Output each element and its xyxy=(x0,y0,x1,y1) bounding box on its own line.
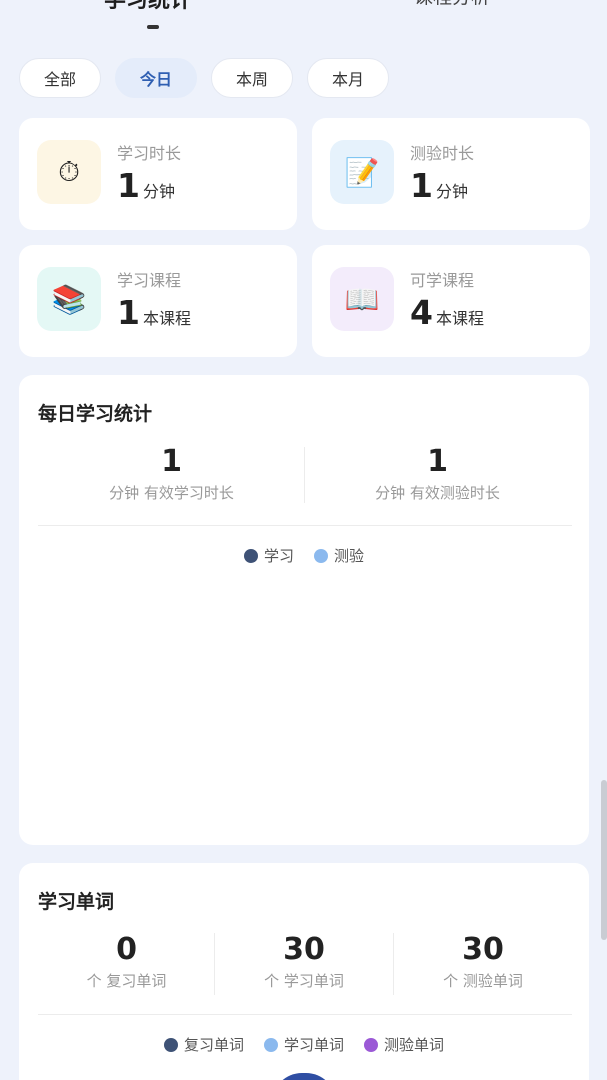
stat-label: 测验时长 xyxy=(410,144,475,163)
stat-card-available-courses: 📖 可学课程 4 本课程 xyxy=(312,245,590,357)
filter-this-week[interactable]: 本周 xyxy=(211,58,293,98)
metric-label: 个 学习单词 xyxy=(264,972,344,990)
stat-card-study-time: ⏱ 学习时长 1 分钟 xyxy=(19,118,297,230)
tab-course-analysis[interactable]: 课程分析 xyxy=(414,0,490,9)
stat-number: 1 xyxy=(117,166,140,205)
legend-label: 测验 xyxy=(334,547,365,565)
legend-item-learn-words[interactable]: 学习单词 xyxy=(263,1034,344,1055)
stat-label: 学习时长 xyxy=(117,144,182,163)
stat-value: 1 本课程 xyxy=(117,293,191,332)
legend-item-study[interactable]: 学习 xyxy=(243,545,294,566)
legend-dot xyxy=(364,1037,378,1052)
stat-number: 1 xyxy=(410,166,433,205)
stat-value: 4 本课程 xyxy=(410,293,484,332)
memo-icon: 📝 xyxy=(330,140,394,204)
daily-stats-panel: 每日学习统计 1 分钟 有效学习时长 1 分钟 有效测验时长 学习 测验 xyxy=(19,375,589,845)
stat-unit: 本课程 xyxy=(435,309,484,328)
chart-area xyxy=(38,575,572,825)
metric-learn-words: 30 个 学习单词 xyxy=(215,933,393,991)
stat-value: 1 分钟 xyxy=(410,166,468,205)
filter-all[interactable]: 全部 xyxy=(19,58,101,98)
filter-this-month[interactable]: 本月 xyxy=(307,58,389,98)
divider xyxy=(38,525,572,526)
time-filter-group: 全部 今日 本周 本月 xyxy=(19,58,389,98)
divider xyxy=(38,1014,572,1015)
metric-study-duration: 1 分钟 有效学习时长 xyxy=(38,445,305,503)
metric-number: 1 xyxy=(427,444,448,479)
active-tab-indicator xyxy=(147,25,159,29)
top-tab-bar: 学习统计 课程分析 xyxy=(0,0,607,40)
stat-unit: 本课程 xyxy=(142,309,191,328)
filter-today[interactable]: 今日 xyxy=(115,58,197,98)
metric-label: 个 复习单词 xyxy=(86,972,167,990)
panel-title: 每日学习统计 xyxy=(38,403,153,425)
stat-value: 1 分钟 xyxy=(117,166,175,205)
panel-title: 学习单词 xyxy=(38,891,115,913)
legend-label: 测验单词 xyxy=(384,1036,445,1054)
stopwatch-icon: ⏱ xyxy=(37,140,101,204)
legend-dot xyxy=(243,548,258,563)
legend-item-quiz[interactable]: 测验 xyxy=(314,545,364,566)
metric-number: 30 xyxy=(283,932,325,967)
metric-number: 0 xyxy=(116,932,137,967)
legend-dot xyxy=(314,548,328,563)
legend-item-quiz-words[interactable]: 测验单词 xyxy=(364,1034,444,1055)
books-icon: 📚 xyxy=(37,267,101,331)
legend-item-review-words[interactable]: 复习单词 xyxy=(163,1034,244,1055)
legend-label: 复习单词 xyxy=(183,1036,244,1054)
stat-unit: 分钟 xyxy=(435,182,468,201)
stat-number: 1 xyxy=(117,293,140,332)
legend-dot xyxy=(163,1037,178,1052)
stat-label: 学习课程 xyxy=(117,271,182,290)
legend-dot xyxy=(263,1037,278,1052)
metric-number: 1 xyxy=(161,444,182,479)
metric-number: 30 xyxy=(462,932,504,967)
legend-label: 学习单词 xyxy=(283,1036,344,1054)
legend-label: 学习 xyxy=(263,547,294,565)
stat-card-quiz-time: 📝 测验时长 1 分钟 xyxy=(312,118,590,230)
stat-number: 4 xyxy=(410,293,433,332)
metric-label: 个 测验单词 xyxy=(443,972,523,990)
metric-label: 分钟 有效测验时长 xyxy=(375,484,500,502)
scrollbar[interactable] xyxy=(601,780,607,940)
stat-card-studied-courses: 📚 学习课程 1 本课程 xyxy=(19,245,297,357)
words-stats-panel: 学习单词 0 个 复习单词 30 个 学习单词 30 个 测验单词 复习单词 学… xyxy=(19,863,589,1080)
metric-review-words: 0 个 复习单词 xyxy=(38,933,215,991)
chart-legend: 复习单词 学习单词 测验单词 xyxy=(19,1034,589,1055)
open-book-icon: 📖 xyxy=(330,267,394,331)
chart-legend: 学习 测验 xyxy=(19,545,589,566)
metric-quiz-duration: 1 分钟 有效测验时长 xyxy=(304,445,571,503)
stat-unit: 分钟 xyxy=(142,182,175,201)
metric-quiz-words: 30 个 测验单词 xyxy=(394,933,572,991)
metric-label: 分钟 有效学习时长 xyxy=(109,484,234,502)
tab-study-stats[interactable]: 学习统计 xyxy=(104,0,192,14)
stat-label: 可学课程 xyxy=(410,271,475,290)
